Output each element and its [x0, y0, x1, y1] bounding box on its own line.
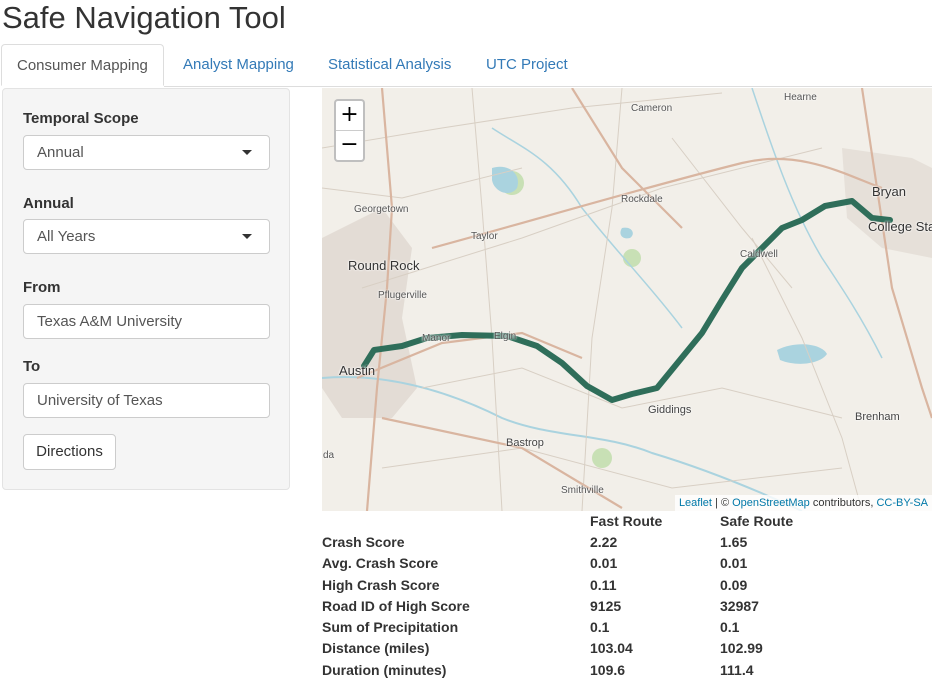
fast-route-value: 103.04 — [590, 640, 633, 657]
temporal-scope-select[interactable]: Annual — [23, 135, 270, 170]
tab-utc-project[interactable]: UTC Project — [486, 44, 568, 86]
annual-select[interactable]: All Years — [23, 219, 270, 254]
park — [592, 448, 612, 468]
place-college-station: College Sta — [868, 219, 932, 234]
place-cameron: Cameron — [631, 103, 673, 114]
fast-route-value: 2.22 — [590, 533, 618, 550]
sidebar-panel: Temporal Scope Annual Annual All Years F… — [2, 88, 290, 490]
route-results-table: Fast Route Safe Route Crash Score 2.22 1… — [322, 510, 820, 680]
place-giddings: Giddings — [648, 404, 692, 416]
app-title: Safe Navigation Tool — [2, 0, 286, 35]
place-brenham: Brenham — [855, 411, 900, 423]
metric-name: Distance (miles) — [322, 640, 430, 657]
metric-name: High Crash Score — [322, 576, 440, 593]
safe-route-value: 102.99 — [720, 640, 763, 657]
place-bastrop: Bastrop — [506, 437, 544, 449]
metric-name: Road ID of High Score — [322, 597, 470, 614]
header-metric — [322, 510, 590, 531]
map-view[interactable]: Cameron Hearne Bryan College Sta Rockdal… — [322, 88, 932, 511]
tab-consumer-mapping[interactable]: Consumer Mapping — [1, 44, 164, 86]
place-round-rock: Round Rock — [348, 258, 420, 273]
attribution-contributors: contributors, — [812, 497, 874, 509]
place-smithville: Smithville — [561, 485, 604, 496]
caret-down-icon — [242, 150, 252, 155]
from-label: From — [23, 279, 61, 296]
to-input[interactable] — [23, 383, 270, 418]
tab-underline — [164, 86, 932, 87]
table-header-row: Fast Route Safe Route — [322, 510, 820, 531]
fast-route-value: 0.1 — [590, 619, 610, 636]
metric-name: Avg. Crash Score — [322, 555, 439, 572]
attribution-separator: | © — [715, 497, 730, 509]
osm-link[interactable]: OpenStreetMap — [732, 497, 810, 509]
table-row: Avg. Crash Score 0.01 0.01 — [322, 553, 820, 574]
metric-name: Sum of Precipitation — [322, 619, 459, 636]
tab-bar: Consumer Mapping Analyst Mapping Statist… — [0, 44, 932, 86]
park — [623, 249, 641, 267]
leaflet-link[interactable]: Leaflet — [679, 497, 712, 509]
fast-route-value: 109.6 — [590, 661, 626, 678]
zoom-out-button[interactable]: − — [336, 131, 363, 160]
place-georgetown: Georgetown — [354, 204, 409, 215]
table-row: Distance (miles) 103.04 102.99 — [322, 638, 820, 659]
zoom-control: + − — [334, 99, 365, 162]
place-hearne: Hearne — [784, 92, 817, 103]
fast-route-value: 0.01 — [590, 555, 618, 572]
temporal-scope-label: Temporal Scope — [23, 110, 139, 127]
place-bryan: Bryan — [872, 184, 906, 199]
safe-route-value: 0.1 — [720, 619, 740, 636]
from-input[interactable] — [23, 304, 270, 339]
table-row: Sum of Precipitation 0.1 0.1 — [322, 616, 820, 637]
tab-analyst-mapping[interactable]: Analyst Mapping — [183, 44, 294, 86]
annual-value: All Years — [37, 228, 96, 245]
table-row: Road ID of High Score 9125 32987 — [322, 595, 820, 616]
tab-statistical-analysis[interactable]: Statistical Analysis — [328, 44, 451, 86]
fast-route-value: 0.11 — [590, 576, 617, 593]
safe-route-value: 1.65 — [720, 533, 748, 550]
place-elgin: Elgin — [494, 331, 517, 342]
safe-route-value: 0.09 — [720, 576, 748, 593]
metric-name: Crash Score — [322, 533, 405, 550]
caret-down-icon — [242, 234, 252, 239]
table-row: Duration (minutes) 109.6 111.4 — [322, 659, 820, 680]
place-caldwell: Caldwell — [740, 249, 778, 260]
place-da: da — [323, 450, 335, 461]
header-fast-route: Fast Route — [590, 512, 663, 529]
metric-name: Duration (minutes) — [322, 661, 447, 678]
zoom-in-button[interactable]: + — [336, 101, 363, 131]
to-label: To — [23, 358, 41, 375]
place-austin: Austin — [339, 363, 376, 378]
directions-button[interactable]: Directions — [23, 434, 116, 470]
safe-route-value: 32987 — [720, 597, 759, 614]
table-row: High Crash Score 0.11 0.09 — [322, 574, 820, 595]
place-taylor: Taylor — [471, 231, 498, 242]
place-pflugerville: Pflugerville — [378, 290, 427, 301]
header-safe-route: Safe Route — [720, 512, 794, 529]
safe-route-value: 111.4 — [720, 661, 754, 678]
place-rockdale: Rockdale — [621, 194, 663, 205]
annual-label: Annual — [23, 195, 74, 212]
table-row: Crash Score 2.22 1.65 — [322, 531, 820, 552]
fast-route-value: 9125 — [590, 597, 622, 614]
map-attribution: Leaflet | © OpenStreetMap contributors, … — [674, 495, 932, 511]
safe-route-value: 0.01 — [720, 555, 748, 572]
place-manor: Manor — [422, 333, 451, 344]
temporal-scope-value: Annual — [37, 144, 84, 161]
license-link[interactable]: CC-BY-SA — [876, 497, 928, 509]
